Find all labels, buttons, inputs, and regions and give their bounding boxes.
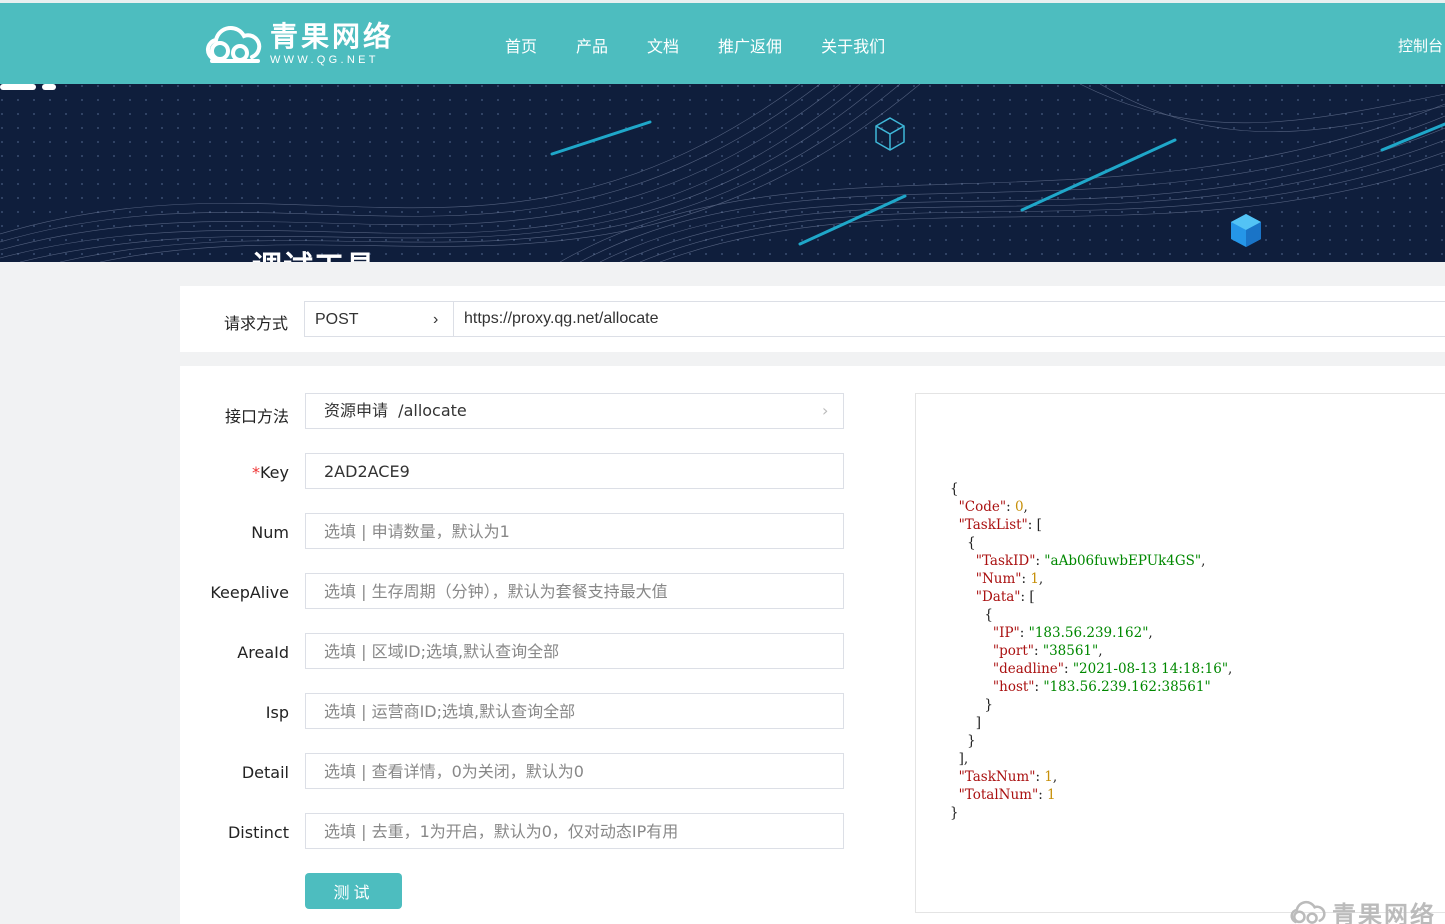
key-label: *Key xyxy=(251,463,289,482)
keepalive-label: KeepAlive xyxy=(210,583,289,602)
areaid-label: AreaId xyxy=(237,643,289,662)
required-star: * xyxy=(251,463,260,482)
nav-docs[interactable]: 文档 xyxy=(647,33,679,57)
method-select-value: POST xyxy=(315,311,359,328)
top-header: 青果网络 WWW.QG.NET 首页 产品 文档 推广返佣 关于我们 控制台 xyxy=(0,0,1445,84)
chevron-right-icon: › xyxy=(433,311,439,328)
key-input[interactable] xyxy=(305,453,844,489)
api-method-value: 资源申请 /allocate xyxy=(324,401,467,420)
nav-home[interactable]: 首页 xyxy=(505,33,537,57)
nav-about[interactable]: 关于我们 xyxy=(821,33,885,57)
distinct-label: Distinct xyxy=(227,823,289,842)
watermark-cloud-icon xyxy=(1290,900,1326,924)
page-title: 调试工具 xyxy=(252,242,376,262)
params-form-card: 接口方法 资源申请 /allocate › *Key Num KeepAlive… xyxy=(180,366,1445,924)
logo-cn-text: 青果网络 xyxy=(270,20,395,53)
watermark-text: 青果网络 xyxy=(1332,901,1436,924)
detail-label: Detail xyxy=(241,763,289,782)
api-method-select[interactable]: 资源申请 /allocate › xyxy=(305,393,844,429)
url-input[interactable]: https://proxy.qg.net/allocate xyxy=(453,301,1445,337)
detail-input[interactable] xyxy=(305,753,844,789)
request-method-label: 请求方式 xyxy=(224,314,289,333)
isp-input[interactable] xyxy=(305,693,844,729)
watermark: 青果网络 xyxy=(1286,895,1436,924)
console-link[interactable]: 控制台 xyxy=(1398,35,1443,56)
num-label: Num xyxy=(251,523,289,542)
areaid-input[interactable] xyxy=(305,633,844,669)
distinct-input[interactable] xyxy=(305,813,844,849)
banner-background-art xyxy=(0,84,1445,262)
nav-products[interactable]: 产品 xyxy=(576,33,608,57)
isp-label: Isp xyxy=(265,703,289,722)
num-input[interactable] xyxy=(305,513,844,549)
cloud-logo-icon xyxy=(205,25,262,63)
main-nav: 首页 产品 文档 推广返佣 关于我们 xyxy=(505,33,924,57)
hero-banner: 调试工具 xyxy=(0,84,1445,262)
request-method-card: 请求方式 POST › https://proxy.qg.net/allocat… xyxy=(180,286,1445,352)
response-json: { "Code": 0, "TaskList": [ { "TaskID": "… xyxy=(950,481,1233,821)
api-method-label: 接口方法 xyxy=(224,407,289,426)
nav-referral[interactable]: 推广返佣 xyxy=(718,33,782,57)
response-panel: { "Code": 0, "TaskList": [ { "TaskID": "… xyxy=(915,393,1445,913)
keepalive-input[interactable] xyxy=(305,573,844,609)
test-button[interactable]: 测试 xyxy=(305,873,402,909)
logo[interactable]: 青果网络 WWW.QG.NET xyxy=(200,23,394,67)
chevron-right-icon: › xyxy=(822,401,829,420)
title-dash-decoration xyxy=(0,84,56,90)
logo-en-text: WWW.QG.NET xyxy=(270,54,379,66)
method-select[interactable]: POST › xyxy=(304,301,454,337)
